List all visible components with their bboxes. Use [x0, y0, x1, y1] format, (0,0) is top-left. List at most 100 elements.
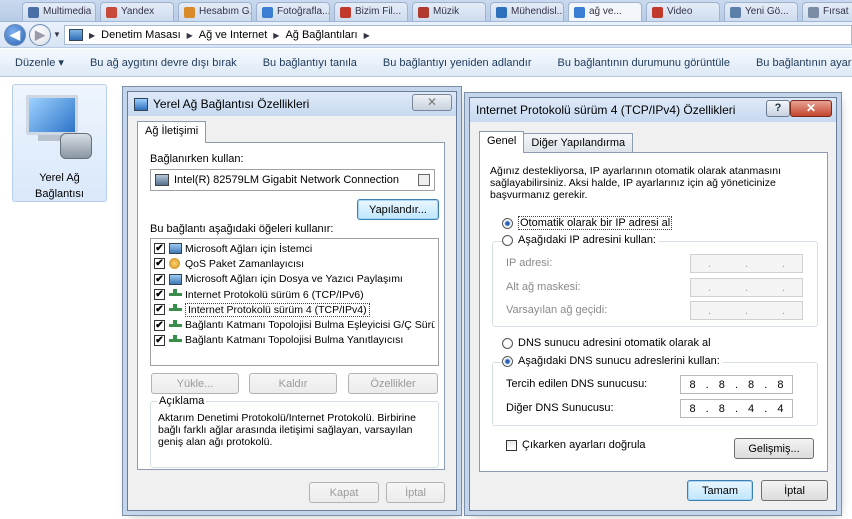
recent-pages-dropdown[interactable]: ▼	[53, 30, 61, 39]
ip-address-field[interactable]: ...	[690, 254, 803, 273]
dns-manual-radio[interactable]: Aşağıdaki DNS sunucu adreslerini kullan:	[502, 355, 723, 367]
view-status-command[interactable]: Bu bağlantının durumunu görüntüle	[544, 57, 742, 69]
list-item[interactable]: ✔ Microsoft Ağları için İstemci	[154, 241, 435, 256]
list-item[interactable]: ✔ Internet Protokolü sürüm 6 (TCP/IPv6)	[154, 287, 435, 302]
ip-manual-label: Aşağıdaki IP adresini kullan:	[518, 234, 656, 246]
tab-networking[interactable]: Ağ İletişimi	[137, 121, 207, 143]
help-icon: ?	[774, 102, 782, 114]
local-area-connection-item[interactable]: Yerel Ağ Bağlantısı	[12, 84, 107, 202]
preferred-dns-field[interactable]: 8.8.8.8	[680, 375, 793, 394]
list-item-label: Microsoft Ağları için Dosya ve Yazıcı Pa…	[185, 273, 403, 286]
breadcrumb-separator-icon[interactable]: ▶	[187, 31, 193, 40]
radio-selected-icon	[502, 217, 513, 229]
item-checkbox[interactable]: ✔	[154, 304, 165, 316]
item-checkbox[interactable]: ✔	[154, 258, 165, 270]
radio-unselected-icon	[502, 234, 513, 246]
computer-icon	[169, 273, 182, 285]
advanced-button[interactable]: Gelişmiş...	[734, 438, 814, 459]
favicon-icon	[652, 7, 663, 18]
list-item[interactable]: ✔ Microsoft Ağları için Dosya ve Yazıcı P…	[154, 272, 435, 287]
close-icon: ✕	[426, 95, 438, 109]
list-item-label: Bağlantı Katmanı Topolojisi Bulma Eşleyi…	[185, 319, 435, 332]
ok-button[interactable]: Tamam	[687, 480, 753, 501]
ip-manual-radio[interactable]: Aşağıdaki IP adresini kullan:	[502, 234, 659, 246]
properties-button[interactable]: Özellikler	[348, 373, 438, 394]
favicon-icon	[28, 7, 39, 18]
dns-auto-radio[interactable]: DNS sunucu adresini otomatik olarak al	[502, 337, 711, 349]
cancel-button[interactable]: İptal	[386, 482, 445, 503]
list-item[interactable]: ✔ Bağlantı Katmanı Topolojisi Bulma Yanıt…	[154, 333, 435, 348]
breadcrumb-control-panel[interactable]: Denetim Masası	[101, 29, 180, 41]
cancel-button[interactable]: İptal	[761, 480, 828, 501]
browser-tab[interactable]: Yeni Gö...	[724, 2, 798, 21]
favicon-icon	[808, 7, 819, 18]
browser-tab[interactable]: Fırsat Sep...	[802, 2, 852, 21]
change-settings-command[interactable]: Bu bağlantının ayarlar	[743, 57, 852, 69]
organize-menu[interactable]: Düzenle ▾	[0, 56, 77, 69]
item-checkbox[interactable]: ✔	[154, 319, 165, 331]
browser-tab[interactable]: Yandex	[100, 2, 174, 21]
checkbox-unchecked-icon	[506, 439, 517, 451]
forward-button[interactable]: ▶	[29, 24, 51, 46]
favicon-icon	[730, 7, 741, 18]
close-button[interactable]: ✕	[412, 94, 452, 111]
tab-general[interactable]: Genel	[479, 131, 525, 153]
subnet-mask-field[interactable]: ...	[690, 278, 803, 297]
configure-button[interactable]: Yapılandır...	[357, 199, 439, 220]
alternate-dns-field[interactable]: 8.8.4.4	[680, 399, 793, 418]
list-item[interactable]: ✔ QoS Paket Zamanlayıcısı	[154, 256, 435, 271]
breadcrumb-separator-icon[interactable]: ▶	[89, 31, 95, 40]
browser-tab-strip: Multimedia Yandex Hesabım G... Fotoğrafla..…	[0, 0, 852, 22]
item-checkbox[interactable]: ✔	[154, 334, 165, 346]
item-checkbox[interactable]: ✔	[154, 243, 165, 255]
browser-tab-label: Yeni Gö...	[745, 6, 789, 17]
install-button-label: Yükle...	[176, 377, 214, 390]
list-item-label: QoS Paket Zamanlayıcısı	[185, 257, 305, 270]
ip-address-label: IP adresi:	[506, 257, 553, 269]
browser-tab[interactable]: Video	[646, 2, 720, 21]
item-checkbox[interactable]: ✔	[154, 289, 165, 301]
browser-tab[interactable]: Müzik	[412, 2, 486, 21]
dialog-title: Yerel Ağ Bağlantısı Özellikleri	[153, 97, 310, 111]
back-button[interactable]: ◀	[4, 24, 26, 46]
browser-tab-label: Hesabım G...	[199, 6, 252, 17]
networking-panel: Bağlanırken kullan: Intel(R) 82579LM Gig…	[137, 142, 445, 470]
uninstall-button[interactable]: Kaldır	[249, 373, 337, 394]
close-button[interactable]: ✕	[790, 100, 832, 117]
list-item[interactable]: ✔ Internet Protokolü sürüm 4 (TCP/IPv4)	[154, 302, 435, 317]
breadcrumb-separator-icon[interactable]: ▶	[364, 31, 370, 40]
browser-tab[interactable]: Bizim Fil...	[334, 2, 408, 21]
browser-tab[interactable]: Hesabım G...	[178, 2, 252, 21]
browser-tab[interactable]: Mühendisl...	[490, 2, 564, 21]
item-checkbox[interactable]: ✔	[154, 273, 165, 285]
favicon-icon	[184, 7, 195, 18]
browser-tab-label: Bizim Fil...	[355, 6, 402, 17]
rename-connection-command[interactable]: Bu bağlantıyı yeniden adlandır	[370, 57, 545, 69]
configure-button-label: Yapılandır...	[369, 203, 427, 216]
breadcrumb-network-internet[interactable]: Ağ ve Internet	[199, 29, 268, 41]
network-adapter-icon	[134, 97, 148, 111]
tab-alternate-configuration[interactable]: Diğer Yapılandırma	[523, 133, 634, 153]
list-item[interactable]: ✔ Bağlantı Katmanı Topolojisi Bulma Eşley…	[154, 317, 435, 332]
breadcrumb-separator-icon[interactable]: ▶	[273, 31, 279, 40]
browser-tab-label: Fotoğrafla...	[277, 6, 330, 17]
breadcrumb-network-connections[interactable]: Ağ Bağlantıları	[285, 29, 357, 41]
help-button[interactable]: ?	[766, 100, 790, 117]
favicon-icon	[496, 7, 507, 18]
components-list[interactable]: ✔ Microsoft Ağları için İstemci ✔ QoS Paket…	[150, 238, 439, 366]
browser-tab[interactable]: ağ ve...	[568, 2, 642, 21]
browser-tab-label: ağ ve...	[589, 6, 622, 17]
browser-tab[interactable]: Fotoğrafla...	[256, 2, 330, 21]
dialog-title-bar: Internet Protokolü sürüm 4 (TCP/IPv4) Öz…	[470, 98, 836, 122]
diagnose-connection-command[interactable]: Bu bağlantıyı tanıla	[250, 57, 370, 69]
close-dialog-button[interactable]: Kapat	[309, 482, 379, 503]
ip-auto-radio[interactable]: Otomatik olarak bir IP adresi al	[502, 216, 673, 230]
local-area-connection-properties-dialog: Yerel Ağ Bağlantısı Özellikleri ✕ Ağ İle…	[127, 91, 457, 511]
install-button[interactable]: Yükle...	[151, 373, 239, 394]
browser-tab[interactable]: Multimedia	[22, 2, 96, 21]
breadcrumb[interactable]: ▶ Denetim Masası ▶ Ağ ve Internet ▶ Ağ B…	[64, 25, 852, 45]
validate-on-exit-checkbox[interactable]: Çıkarken ayarları doğrula	[506, 439, 646, 451]
disable-device-command[interactable]: Bu ağ aygıtını devre dışı bırak	[77, 57, 250, 69]
favicon-icon	[262, 7, 273, 18]
default-gateway-field[interactable]: ...	[690, 301, 803, 320]
